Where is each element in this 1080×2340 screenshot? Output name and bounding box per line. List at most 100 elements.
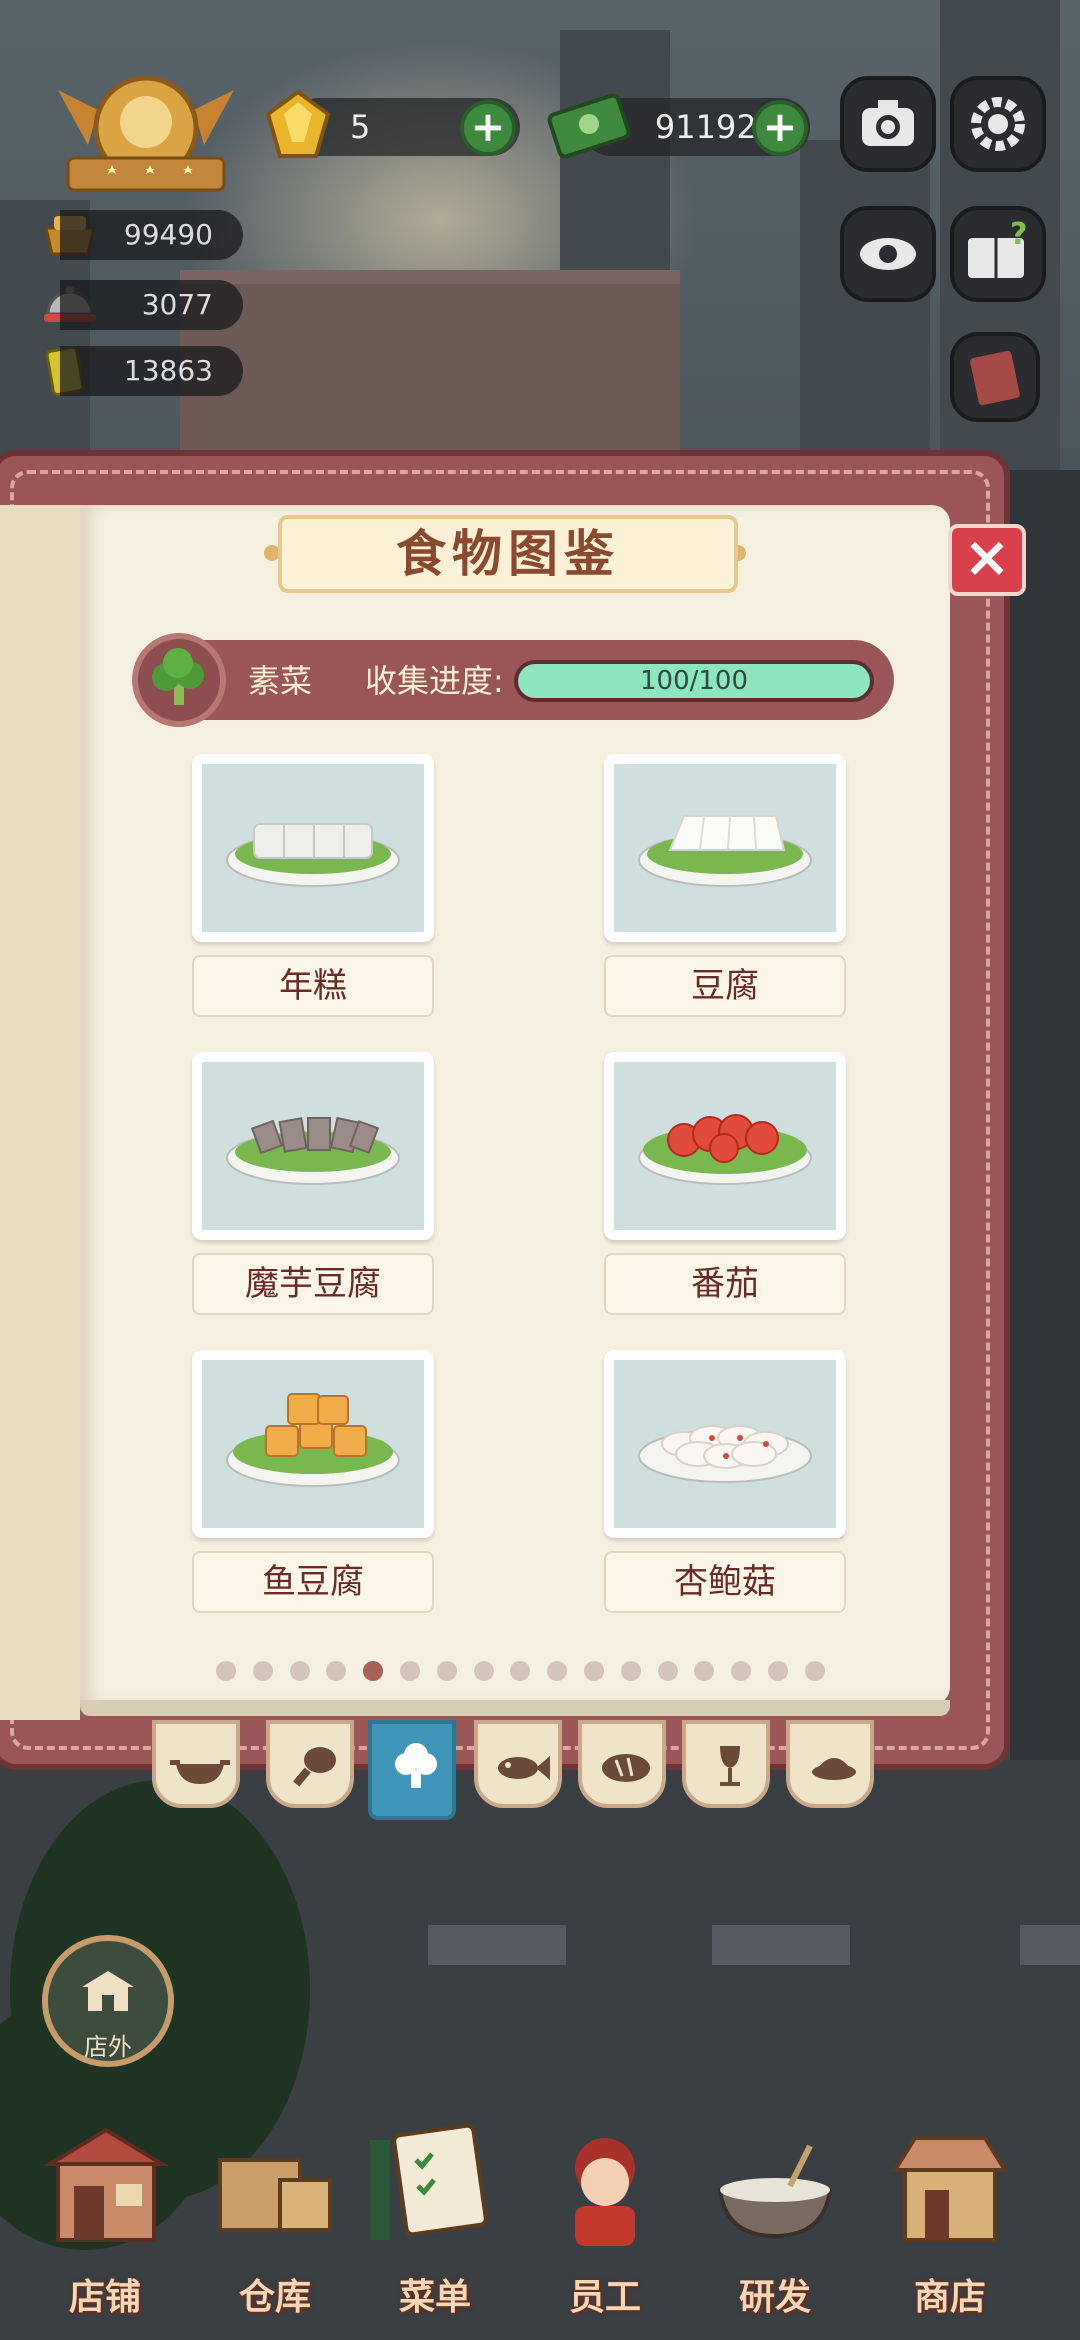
stat-dishes-value: 3077: [141, 288, 213, 321]
food-card[interactable]: [192, 1350, 434, 1538]
tab-seafood[interactable]: [474, 1720, 562, 1808]
page-dot[interactable]: [289, 1661, 310, 1681]
rice-cake-icon: [226, 823, 400, 887]
tab-vegetables[interactable]: [368, 1720, 456, 1820]
tab-meat[interactable]: [266, 1720, 354, 1808]
broccoli-icon: [395, 1743, 437, 1788]
outside-button[interactable]: 店外: [42, 1935, 174, 2067]
progress-current: 100: [639, 666, 690, 696]
svg-text:?: ?: [1010, 217, 1027, 252]
food-name: 魔芋豆腐: [192, 1253, 434, 1315]
food-image-frame: [202, 764, 424, 932]
tomato-icon: [638, 1114, 812, 1185]
boxes-icon: [218, 2158, 332, 2232]
food-image-frame: [614, 1062, 836, 1230]
broccoli-icon: [132, 633, 226, 727]
nav-label: 研发: [738, 2277, 811, 2318]
food-card[interactable]: [192, 1052, 434, 1240]
stat-gold-value: 99490: [123, 218, 213, 251]
restaurant-wall: [1010, 470, 1080, 1770]
food-name: 年糕: [192, 955, 434, 1017]
recipe-book-button[interactable]: [950, 332, 1040, 422]
fish-tofu-icon: [226, 1393, 400, 1487]
gem-count: 5: [350, 108, 371, 146]
menu-clipboard-icon: [370, 2123, 488, 2240]
nav-warehouse[interactable]: 仓库: [200, 2120, 350, 2320]
chef-rank-badge[interactable]: [48, 70, 244, 200]
food-image-frame: [202, 1360, 424, 1528]
page-dot[interactable]: [657, 1661, 678, 1681]
stat-gold: 99490: [60, 210, 243, 260]
camera-icon: [862, 100, 914, 146]
page-dot[interactable]: [252, 1661, 273, 1681]
page-dot[interactable]: [216, 1661, 236, 1681]
page-dot[interactable]: [436, 1661, 457, 1681]
progress-total: /100: [689, 666, 749, 696]
fish-icon: [498, 1756, 550, 1780]
food-card[interactable]: [604, 1052, 846, 1240]
page-dot[interactable]: [473, 1661, 494, 1681]
lane-marking: [428, 1925, 566, 1965]
food-name: 杏鲍菇: [604, 1551, 846, 1613]
page-dot[interactable]: [620, 1661, 641, 1681]
staff-avatar-icon: [575, 2138, 635, 2246]
tab-bakery[interactable]: [578, 1720, 666, 1808]
dialog-title: 食物图鉴: [278, 515, 738, 593]
stat-tickets-value: 13863: [123, 354, 213, 387]
help-book-button[interactable]: ?: [950, 206, 1046, 302]
food-image-frame: [614, 1360, 836, 1528]
shop-front-icon: [82, 1971, 134, 2011]
gear-icon: [971, 97, 1025, 151]
shop-front: [180, 270, 680, 464]
food-card[interactable]: [604, 1350, 846, 1538]
tofu-icon: [638, 815, 812, 887]
camera-button[interactable]: [840, 76, 936, 172]
stat-tickets: 13863: [60, 346, 243, 396]
add-cash-button[interactable]: +: [752, 100, 808, 156]
page-dot[interactable]: [768, 1661, 788, 1681]
page-dot[interactable]: [804, 1661, 825, 1681]
nav-label: 仓库: [238, 2277, 311, 2318]
outside-label: 店外: [84, 2033, 132, 2061]
wok-icon: [170, 1760, 230, 1784]
lane-marking: [712, 1925, 850, 1965]
nav-label: 商店: [913, 2277, 986, 2318]
tab-wok[interactable]: [152, 1720, 240, 1808]
collection-progress-label: 收集进度:: [365, 662, 504, 700]
nav-label: 员工: [568, 2277, 641, 2318]
food-image-frame: [202, 1062, 424, 1230]
dessert-icon: [812, 1758, 856, 1780]
nav-menu[interactable]: 菜单: [360, 2120, 510, 2320]
close-button[interactable]: ×: [948, 524, 1026, 596]
nav-shop[interactable]: 店铺: [30, 2120, 180, 2320]
nav-staff[interactable]: 员工: [530, 2120, 680, 2320]
page-dot[interactable]: [584, 1661, 604, 1681]
settings-button[interactable]: [950, 76, 1046, 172]
food-card[interactable]: [192, 754, 434, 942]
food-image-frame: [614, 764, 836, 932]
nav-label: 店铺: [68, 2277, 141, 2318]
pot-icon: [717, 2144, 833, 2239]
stat-dishes: 3077: [60, 280, 243, 330]
storefront-icon: [42, 2127, 170, 2242]
add-gems-button[interactable]: +: [460, 100, 516, 156]
food-name: 豆腐: [604, 955, 846, 1017]
tab-dessert[interactable]: [786, 1720, 874, 1808]
nav-label: 菜单: [398, 2277, 471, 2318]
bread-icon: [602, 1754, 650, 1782]
recipe-book-icon: [970, 350, 1020, 406]
king-oyster-mushroom-icon: [638, 1425, 812, 1483]
view-button[interactable]: [840, 206, 936, 302]
page-dot[interactable]: [400, 1661, 420, 1681]
page-edge: [80, 1700, 950, 1716]
drumstick-icon: [293, 1747, 336, 1787]
tab-drinks[interactable]: [682, 1720, 770, 1808]
category-name: 素菜: [248, 662, 313, 700]
market-stall-icon: [891, 2136, 1009, 2242]
nav-store[interactable]: 商店: [875, 2120, 1025, 2320]
food-card[interactable]: [604, 754, 846, 942]
help-book-icon: ?: [968, 217, 1027, 278]
lane-marking: [1020, 1925, 1080, 1965]
eye-icon: [860, 238, 916, 270]
nav-research[interactable]: 研发: [700, 2120, 850, 2320]
